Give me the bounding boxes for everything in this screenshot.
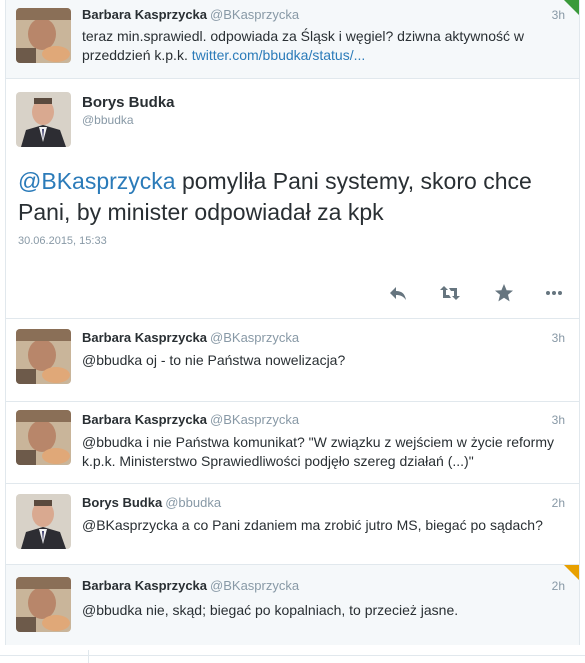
avatar[interactable] — [16, 410, 71, 465]
author-name[interactable]: Barbara Kasprzycka — [82, 7, 207, 22]
reply-button[interactable] — [384, 280, 412, 306]
tweet-text: @bbudka oj - to nie Państwa nowelizacja? — [82, 352, 346, 368]
tweet-text: @bbudka i nie Państwa komunikat? "W zwią… — [82, 434, 555, 469]
author-name[interactable]: Borys Budka — [82, 94, 175, 111]
mention-link[interactable]: @BKasprzycka — [18, 168, 176, 194]
author-name[interactable]: Barbara Kasprzycka — [82, 578, 207, 593]
retweet-icon — [440, 286, 460, 300]
tweet-item[interactable]: Borys Budka @bbudka 2h @BKasprzycka a co … — [6, 484, 579, 565]
tweet-item[interactable]: Barbara Kasprzycka @BKasprzycka 3h @bbudk… — [6, 402, 579, 484]
favorite-button[interactable] — [490, 280, 518, 306]
retweet-button[interactable] — [436, 280, 464, 306]
author-name[interactable]: Barbara Kasprzycka — [82, 330, 207, 345]
tweet-item[interactable]: Barbara Kasprzycka @BKasprzycka 2h @bbudk… — [6, 565, 579, 645]
tweet-time[interactable]: 2h — [552, 494, 565, 512]
tweet-link[interactable]: twitter.com/bbudka/status/... — [192, 47, 366, 63]
author-handle[interactable]: @bbudka — [82, 113, 134, 127]
author-handle[interactable]: @BKasprzycka — [210, 412, 299, 427]
tweet-text: @BKasprzycka a co Pani zdaniem ma zrobić… — [82, 517, 543, 533]
author-handle[interactable]: @bbudka — [165, 495, 221, 510]
reply-icon — [390, 287, 406, 300]
tweet-date[interactable]: 30.06.2015, 15:33 — [18, 235, 107, 247]
favorite-icon — [495, 284, 513, 302]
tweet-time[interactable]: 2h — [552, 577, 565, 595]
tweet-actions — [384, 280, 564, 306]
avatar[interactable] — [16, 92, 71, 147]
divider — [88, 650, 89, 663]
more-icon — [546, 291, 562, 295]
focused-tweet-text: @BKasprzycka pomyliła Pani systemy, skor… — [18, 166, 558, 228]
avatar[interactable] — [16, 494, 71, 549]
tweet-time[interactable]: 3h — [552, 6, 565, 24]
author-name[interactable]: Borys Budka — [82, 495, 162, 510]
avatar[interactable] — [16, 329, 71, 384]
conversation-frame: Barbara Kasprzycka @BKasprzycka 3h teraz … — [5, 0, 580, 645]
author-handle[interactable]: @BKasprzycka — [210, 330, 299, 345]
author-handle[interactable]: @BKasprzycka — [210, 7, 299, 22]
tweet-time[interactable]: 3h — [552, 411, 565, 429]
tweet-item[interactable]: Barbara Kasprzycka @BKasprzycka 3h @bbudk… — [6, 319, 579, 402]
more-button[interactable] — [540, 280, 568, 306]
tweet-item[interactable]: Barbara Kasprzycka @BKasprzycka 3h teraz … — [6, 0, 579, 79]
author-name[interactable]: Barbara Kasprzycka — [82, 412, 207, 427]
avatar[interactable] — [16, 8, 71, 63]
avatar[interactable] — [16, 577, 71, 632]
tweet-text: teraz min.sprawiedl. odpowiada za Śląsk … — [82, 27, 569, 65]
tweet-time[interactable]: 3h — [552, 329, 565, 347]
author-handle[interactable]: @BKasprzycka — [210, 578, 299, 593]
tweet-text: @bbudka nie, skąd; biegać po kopalniach,… — [82, 602, 459, 618]
